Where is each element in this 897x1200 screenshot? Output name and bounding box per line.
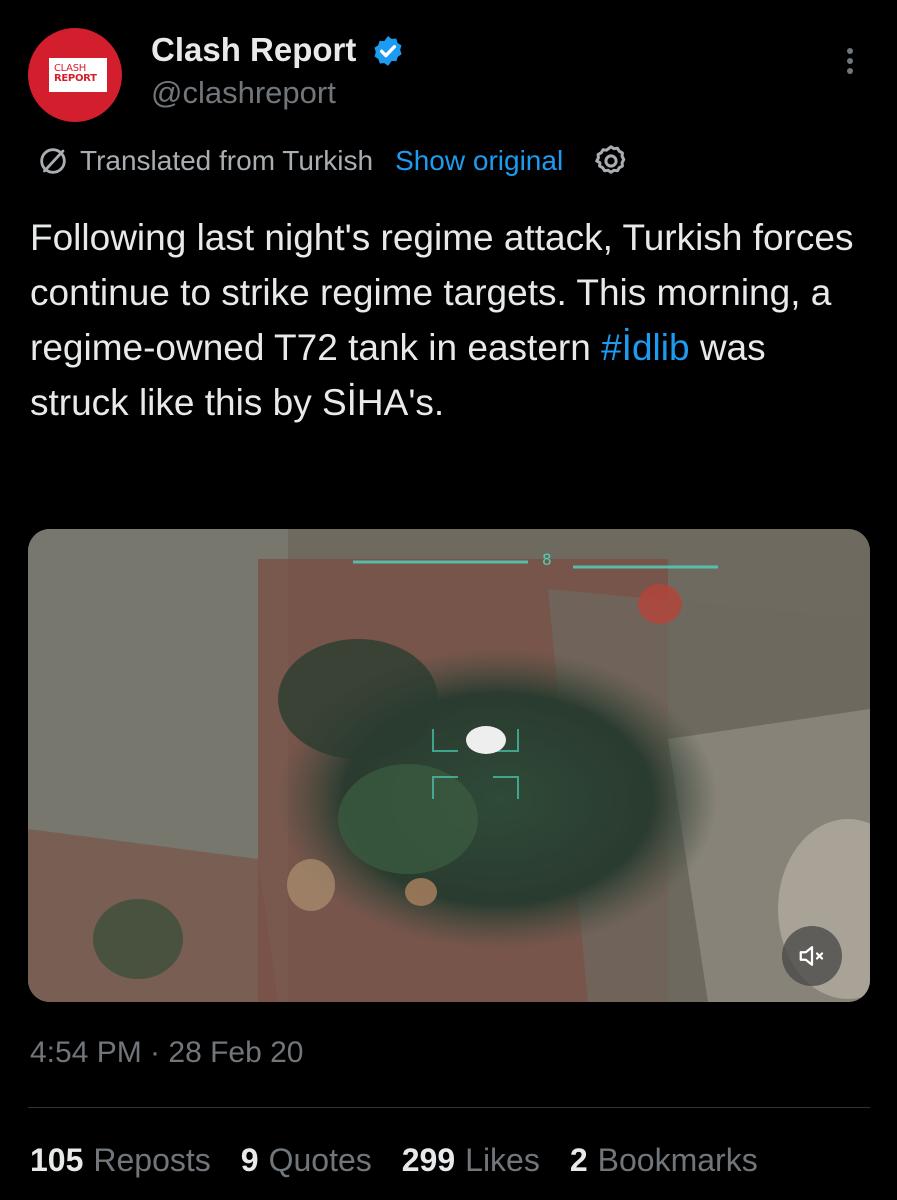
hud-readout: 8: [542, 550, 552, 569]
more-options-button[interactable]: [840, 48, 860, 84]
verified-badge-icon: [374, 36, 402, 66]
video-frame: 8: [28, 529, 870, 1002]
more-dot-icon: [847, 68, 853, 74]
author-handle[interactable]: @clashreport: [151, 74, 336, 112]
quotes-stat[interactable]: 9 Quotes: [241, 1142, 372, 1179]
more-dot-icon: [847, 58, 853, 64]
bookmarks-stat[interactable]: 2 Bookmarks: [570, 1142, 758, 1179]
volume-muted-icon: [799, 946, 824, 966]
reposts-count: 105: [30, 1141, 84, 1178]
likes-label: Likes: [465, 1141, 540, 1178]
quotes-label: Quotes: [268, 1141, 372, 1178]
reposts-label: Reposts: [93, 1141, 211, 1178]
post-timestamp[interactable]: 4:54 PM · 28 Feb 20: [30, 1036, 304, 1070]
quotes-count: 9: [240, 1141, 259, 1178]
gear-icon[interactable]: [593, 143, 629, 179]
show-original-link[interactable]: Show original: [395, 145, 563, 177]
reposts-stat[interactable]: 105 Reposts: [30, 1142, 211, 1179]
bookmarks-label: Bookmarks: [597, 1141, 758, 1178]
translated-label: Translated from Turkish: [80, 145, 374, 176]
author-name[interactable]: Clash Report: [151, 30, 356, 70]
mute-toggle-button[interactable]: [782, 926, 842, 986]
avatar[interactable]: CLASH REPORT: [28, 28, 122, 122]
avatar-logo-text-bottom: REPORT: [54, 73, 97, 84]
tweet-text: Following last night's regime attack, Tu…: [30, 210, 870, 430]
translate-icon: [40, 148, 66, 174]
hashtag-link[interactable]: #İdlib: [601, 327, 689, 368]
video-player[interactable]: 8: [28, 529, 870, 1002]
more-dot-icon: [847, 48, 853, 54]
engagement-stats: 105 Reposts 9 Quotes 299 Likes 2 Bookmarks: [30, 1138, 788, 1182]
divider: [28, 1107, 870, 1108]
likes-count: 299: [401, 1141, 456, 1178]
likes-stat[interactable]: 299 Likes: [402, 1142, 540, 1179]
bookmarks-count: 2: [569, 1141, 588, 1178]
translation-bar: Translated from Turkish Show original: [36, 142, 629, 180]
